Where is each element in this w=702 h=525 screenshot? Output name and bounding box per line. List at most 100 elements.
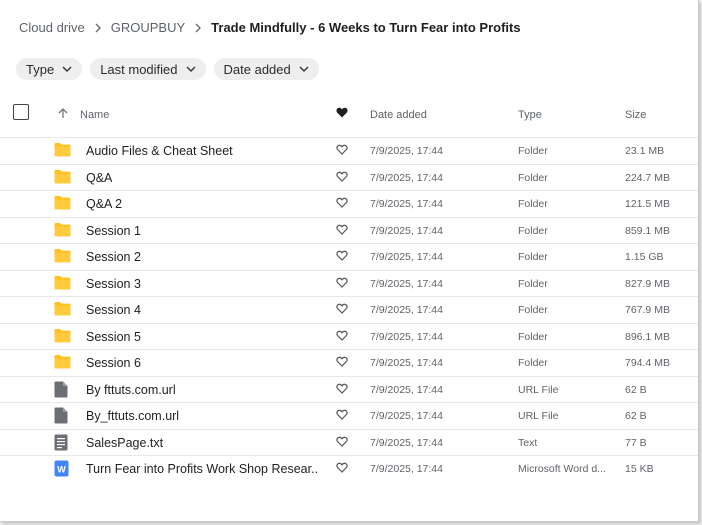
- table-row[interactable]: SalesPage.txt 7/9/2025, 17:44 Text 77 B: [0, 428, 698, 456]
- file-name[interactable]: Session 2: [86, 250, 141, 264]
- heart-outline-icon[interactable]: [336, 462, 348, 476]
- folder-icon: [54, 222, 71, 239]
- table-row[interactable]: Session 3 7/9/2025, 17:44 Folder 827.9 MB: [0, 269, 698, 297]
- file-date-added: 7/9/2025, 17:44: [370, 304, 443, 316]
- file-type: Folder: [518, 171, 548, 184]
- table-row[interactable]: Session 5 7/9/2025, 17:44 Folder 896.1 MB: [0, 322, 698, 350]
- word-file-icon: W: [54, 460, 71, 477]
- breadcrumb: Cloud drive GROUPBUY Trade Mindfully - 6…: [19, 18, 521, 36]
- file-list: Audio Files & Cheat Sheet 7/9/2025, 17:44…: [0, 137, 698, 482]
- table-row[interactable]: Audio Files & Cheat Sheet 7/9/2025, 17:44…: [0, 137, 698, 164]
- file-type: Microsoft Word d...: [518, 463, 606, 475]
- file-size: 896.1 MB: [625, 330, 670, 343]
- file-name[interactable]: By_fttuts.com.url: [86, 409, 179, 423]
- filter-last-modified-label: Last modified: [100, 61, 178, 77]
- heart-outline-icon[interactable]: [336, 277, 348, 291]
- heart-outline-icon[interactable]: [336, 436, 348, 450]
- file-name[interactable]: Q&A 2: [86, 197, 122, 211]
- table-row[interactable]: Q&A 2 7/9/2025, 17:44 Folder 121.5 MB: [0, 190, 698, 217]
- file-size: 827.9 MB: [625, 277, 670, 290]
- folder-icon: [54, 301, 71, 318]
- column-header-type[interactable]: Type: [518, 109, 542, 121]
- table-header: Name Date added Type Size: [0, 99, 698, 129]
- folder-icon: [54, 195, 71, 212]
- file-type: Folder: [518, 304, 548, 316]
- file-date-added: 7/9/2025, 17:44: [370, 198, 443, 210]
- file-type: Text: [518, 436, 538, 449]
- heart-outline-icon[interactable]: [336, 197, 348, 211]
- heart-outline-icon[interactable]: [336, 144, 348, 158]
- svg-text:W: W: [57, 465, 66, 475]
- text-file-icon: [54, 434, 71, 451]
- file-date-added: 7/9/2025, 17:44: [370, 383, 443, 396]
- file-name[interactable]: Session 1: [86, 224, 141, 238]
- breadcrumb-current-folder: Trade Mindfully - 6 Weeks to Turn Fear i…: [211, 19, 521, 35]
- file-type: Folder: [518, 277, 548, 290]
- select-all-checkbox[interactable]: [13, 104, 29, 120]
- filter-last-modified[interactable]: Last modified: [90, 58, 206, 80]
- filter-date-added[interactable]: Date added: [213, 58, 319, 80]
- column-header-name[interactable]: Name: [80, 109, 109, 121]
- file-type: Folder: [518, 224, 548, 237]
- table-row[interactable]: By fttuts.com.url 7/9/2025, 17:44 URL File…: [0, 375, 698, 403]
- heart-outline-icon[interactable]: [336, 409, 348, 423]
- table-row[interactable]: W Turn Fear into Profits Work Shop Resear…: [0, 455, 698, 482]
- file-date-added: 7/9/2025, 17:44: [370, 224, 443, 237]
- table-row[interactable]: Session 2 7/9/2025, 17:44 Folder 1.15 GB: [0, 243, 698, 270]
- file-type: Folder: [518, 251, 548, 263]
- file-size: 23.1 MB: [625, 145, 665, 157]
- heart-outline-icon[interactable]: [336, 356, 348, 370]
- column-header-date-added[interactable]: Date added: [370, 109, 427, 121]
- filter-bar: Type Last modified Date added: [16, 58, 319, 80]
- file-name[interactable]: Session 3: [86, 277, 141, 291]
- table-row[interactable]: Q&A 7/9/2025, 17:44 Folder 224.7 MB: [0, 163, 698, 191]
- file-size: 859.1 MB: [625, 224, 670, 237]
- file-date-added: 7/9/2025, 17:44: [370, 463, 443, 475]
- generic-file-icon: [54, 407, 71, 424]
- generic-file-icon: [54, 381, 71, 398]
- folder-icon: [54, 275, 71, 292]
- file-type: Folder: [518, 145, 548, 157]
- file-name[interactable]: Session 5: [86, 330, 141, 344]
- folder-icon: [54, 169, 71, 186]
- chevron-down-icon: [186, 66, 196, 72]
- heart-outline-icon[interactable]: [336, 250, 348, 264]
- chevron-right-icon: [85, 20, 111, 35]
- file-size: 62 B: [625, 410, 647, 422]
- file-name[interactable]: Turn Fear into Profits Work Shop Resear.…: [86, 462, 318, 476]
- file-size: 62 B: [625, 383, 647, 396]
- filter-type[interactable]: Type: [16, 58, 83, 80]
- file-type: Folder: [518, 357, 548, 369]
- file-name[interactable]: Audio Files & Cheat Sheet: [86, 144, 233, 158]
- file-name[interactable]: SalesPage.txt: [86, 436, 163, 450]
- file-name[interactable]: Q&A: [86, 171, 112, 185]
- breadcrumb-cloud-drive[interactable]: Cloud drive: [19, 20, 85, 35]
- file-date-added: 7/9/2025, 17:44: [370, 410, 443, 422]
- heart-outline-icon[interactable]: [336, 303, 348, 317]
- file-type: URL File: [518, 410, 559, 422]
- chevron-right-icon: [185, 20, 211, 35]
- file-name[interactable]: Session 4: [86, 303, 141, 317]
- column-header-size[interactable]: Size: [625, 109, 646, 121]
- table-row[interactable]: By_fttuts.com.url 7/9/2025, 17:44 URL File…: [0, 402, 698, 429]
- heart-outline-icon[interactable]: [336, 171, 348, 185]
- breadcrumb-groupbuy[interactable]: GROUPBUY: [111, 20, 185, 35]
- file-name[interactable]: By fttuts.com.url: [86, 383, 176, 397]
- heart-outline-icon[interactable]: [336, 224, 348, 238]
- folder-icon: [54, 354, 71, 371]
- filter-date-added-label: Date added: [223, 61, 291, 77]
- table-row[interactable]: Session 4 7/9/2025, 17:44 Folder 767.9 MB: [0, 296, 698, 323]
- table-row[interactable]: Session 6 7/9/2025, 17:44 Folder 794.4 MB: [0, 349, 698, 376]
- heart-filled-icon[interactable]: [336, 107, 348, 118]
- file-date-added: 7/9/2025, 17:44: [370, 357, 443, 369]
- file-date-added: 7/9/2025, 17:44: [370, 436, 443, 449]
- heart-outline-icon[interactable]: [336, 383, 348, 397]
- file-name[interactable]: Session 6: [86, 356, 141, 370]
- file-date-added: 7/9/2025, 17:44: [370, 330, 443, 343]
- file-type: URL File: [518, 383, 559, 396]
- file-type: Folder: [518, 198, 548, 210]
- sort-arrow-up-icon[interactable]: [58, 108, 68, 119]
- heart-outline-icon[interactable]: [336, 330, 348, 344]
- table-row[interactable]: Session 1 7/9/2025, 17:44 Folder 859.1 MB: [0, 216, 698, 244]
- file-size: 15 KB: [625, 463, 654, 475]
